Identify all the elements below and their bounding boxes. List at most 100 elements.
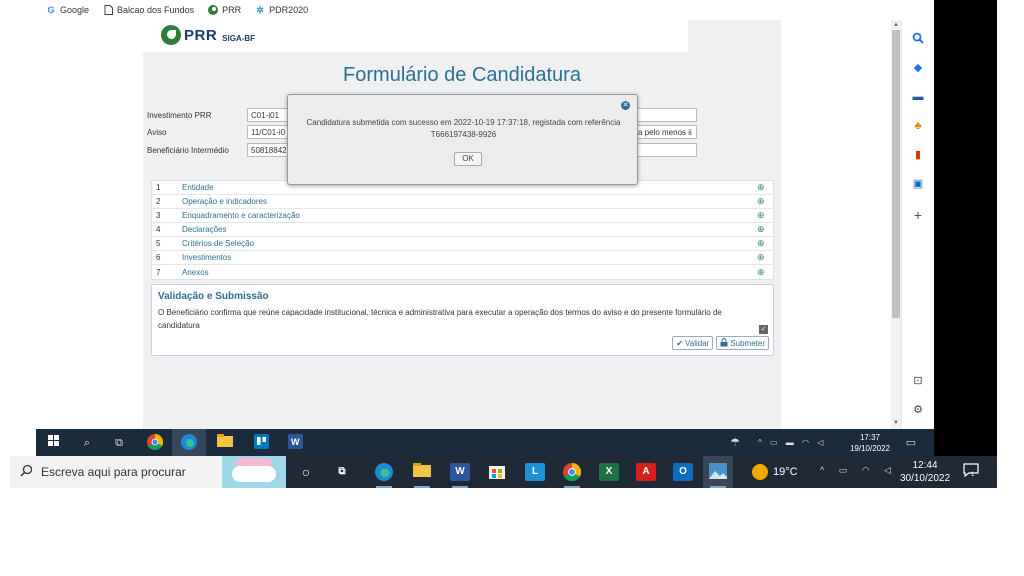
list-item[interactable]: 5 Critérios de Seleção ⊕ xyxy=(152,237,773,251)
zoom-in-icon[interactable]: ⊕ xyxy=(757,210,773,221)
edge-icon[interactable] xyxy=(374,463,394,481)
validate-button[interactable]: ✔ Validar xyxy=(672,336,714,350)
list-item[interactable]: 3 Enquadramento e caracterização ⊕ xyxy=(152,209,773,223)
list-item[interactable]: 6 Investimentos ⊕ xyxy=(152,251,773,265)
bookmark-balcao[interactable]: Balcao dos Fundos xyxy=(103,5,194,15)
close-icon[interactable]: ✕ xyxy=(621,101,630,110)
aviso-field-right[interactable]: a pelo menos ii xyxy=(634,125,697,139)
svg-text:W: W xyxy=(291,437,300,447)
prr-logo[interactable]: PRR SIGA-BF xyxy=(161,25,255,45)
running-indicator xyxy=(710,486,726,488)
submit-button[interactable]: Submeter xyxy=(716,336,769,350)
bookmark-prr[interactable]: PRR xyxy=(208,5,241,15)
task-view-icon[interactable]: ⧉ xyxy=(332,463,352,481)
running-indicator xyxy=(414,486,430,488)
vertical-scrollbar[interactable]: ▲ ▼ xyxy=(891,20,901,429)
logo-tag: SIGA-BF xyxy=(222,33,256,43)
step-number: 3 xyxy=(156,211,161,220)
step-label: Critérios de Seleção xyxy=(182,239,255,248)
excel-icon[interactable]: X xyxy=(599,463,619,481)
chrome-icon[interactable] xyxy=(146,433,164,452)
bookmark-label: PRR xyxy=(222,5,242,15)
sun-icon xyxy=(752,464,768,480)
scroll-up-icon[interactable]: ▲ xyxy=(891,20,901,30)
validation-text: O Beneficiário confirma que reúne capaci… xyxy=(158,308,722,330)
zoom-in-icon[interactable]: ⊕ xyxy=(757,267,773,278)
cortana-icon[interactable]: ○ xyxy=(296,463,316,481)
list-item[interactable]: 7 Anexos ⊕ xyxy=(152,265,773,279)
prr-icon xyxy=(208,5,219,15)
tag-icon[interactable]: ◆ xyxy=(911,61,925,75)
file-explorer-icon[interactable] xyxy=(216,434,234,452)
acrobat-icon[interactable]: A xyxy=(636,463,656,481)
step-number: 2 xyxy=(156,197,161,206)
weather-umbrella-icon[interactable]: ☂ xyxy=(726,434,744,452)
trello-icon[interactable] xyxy=(252,434,270,452)
bookmark-google[interactable]: G Google xyxy=(46,5,89,15)
scroll-down-icon[interactable]: ▼ xyxy=(891,418,901,428)
clock[interactable]: 12:44 30/10/2022 xyxy=(890,459,960,485)
step-label: Investimentos xyxy=(182,253,232,262)
page-header: PRR SIGA-BF xyxy=(143,20,688,52)
photos-icon[interactable] xyxy=(708,463,728,481)
sidebar-collapse-icon[interactable]: ⊡ xyxy=(911,374,925,388)
running-indicator xyxy=(452,486,468,488)
word-icon[interactable]: W xyxy=(286,434,304,452)
zoom-in-icon[interactable]: ⊕ xyxy=(757,238,773,249)
running-indicator xyxy=(376,486,392,488)
edge-icon[interactable] xyxy=(180,434,198,452)
beneficiario-field[interactable]: 50818842 xyxy=(247,143,289,157)
bookmark-label: PDR2020 xyxy=(269,5,309,15)
games-icon[interactable]: ♣ xyxy=(911,119,925,133)
browser-sidebar: ◆ ▬ ♣ ▮ ▣ + ⊡ ⚙ xyxy=(901,20,934,429)
confirm-checkbox[interactable]: ✓ xyxy=(759,325,768,334)
scrollbar-thumb[interactable] xyxy=(892,30,900,318)
bookmark-label: Google xyxy=(60,5,90,15)
beneficiario-field-right[interactable] xyxy=(634,143,697,157)
dialog-message: Candidatura submetida com sucesso em 202… xyxy=(306,118,621,139)
briefcase-icon[interactable]: ▬ xyxy=(911,90,925,104)
field-label-investimento: Investimento PRR xyxy=(147,111,212,120)
store-icon[interactable] xyxy=(487,463,507,481)
windows-taskbar: Escreva aqui para procurar ○ ⧉ W L X A O xyxy=(10,456,997,488)
chrome-icon[interactable] xyxy=(562,462,582,482)
windows-start-icon[interactable] xyxy=(44,434,62,452)
gear-icon[interactable]: ⚙ xyxy=(911,403,925,417)
remote-date: 19/10/2022 xyxy=(849,444,891,453)
remote-clock[interactable]: 17:37 19/10/2022 xyxy=(848,432,892,454)
screen: G Google Balcao dos Fundos PRR ✲ PDR2020… xyxy=(0,0,1024,576)
step-label: Declarações xyxy=(182,225,227,234)
outlook-icon[interactable]: ▣ xyxy=(911,177,925,191)
add-icon[interactable]: + xyxy=(911,208,925,222)
ok-button[interactable]: OK xyxy=(454,152,482,166)
investimento-field-right[interactable] xyxy=(634,108,697,122)
search-icon[interactable]: ⌕ xyxy=(78,434,96,452)
search-placeholder: Escreva aqui para procurar xyxy=(41,465,186,479)
step-number: 5 xyxy=(156,239,161,248)
bookmarks-bar: G Google Balcao dos Fundos PRR ✲ PDR2020 xyxy=(36,0,934,20)
aviso-field[interactable]: 11/C01-i0 xyxy=(247,125,289,139)
investimento-field[interactable]: C01-i01 xyxy=(247,108,289,122)
zoom-in-icon[interactable]: ⊕ xyxy=(757,196,773,207)
outlook-icon[interactable]: O xyxy=(673,463,693,481)
list-item[interactable]: 2 Operação e indicadores ⊕ xyxy=(152,195,773,209)
success-dialog: ✕ Candidatura submetida com sucesso em 2… xyxy=(287,94,638,185)
document-icon xyxy=(103,5,113,15)
office-icon[interactable]: ▮ xyxy=(911,148,925,162)
task-view-icon[interactable]: ⧉ xyxy=(110,434,128,452)
zoom-in-icon[interactable]: ⊕ xyxy=(757,224,773,235)
system-tray-icons[interactable]: ^ ▭ ▬ ◠ ◁ xyxy=(758,434,838,452)
l-app-icon[interactable]: L xyxy=(525,463,545,481)
bookmark-pdr2020[interactable]: ✲ PDR2020 xyxy=(255,5,308,15)
zoom-in-icon[interactable]: ⊕ xyxy=(757,182,773,193)
step-label: Anexos xyxy=(182,267,209,277)
search-icon[interactable] xyxy=(911,32,925,46)
system-tray-icons[interactable]: ^ ▭ ◠ ◁ xyxy=(820,465,897,476)
zoom-in-icon[interactable]: ⊕ xyxy=(757,252,773,263)
file-explorer-icon[interactable] xyxy=(412,463,432,481)
notification-icon[interactable]: 1 xyxy=(962,463,980,479)
list-item[interactable]: 4 Declarações ⊕ xyxy=(152,223,773,237)
word-icon[interactable]: W xyxy=(450,463,470,481)
notification-icon[interactable]: ▭ xyxy=(902,434,920,452)
weather-widget[interactable]: 19°C xyxy=(752,456,798,488)
